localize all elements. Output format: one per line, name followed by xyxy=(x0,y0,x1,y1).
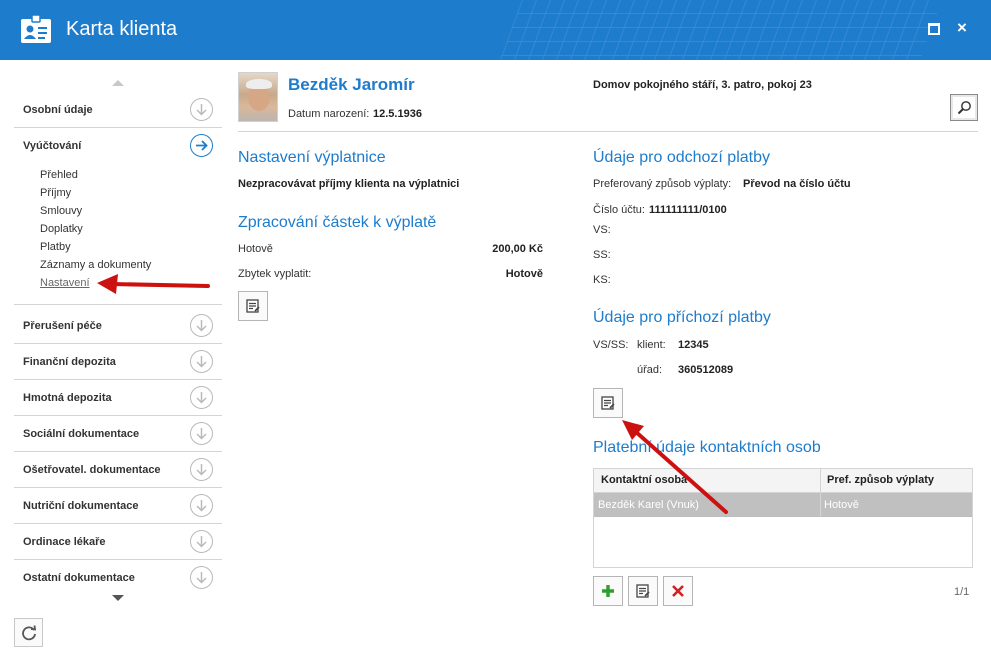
processing-heading: Zpracování částek k výplatě xyxy=(238,214,437,231)
payout-heading: Nastavení výplatnice xyxy=(238,149,386,166)
chevron-circle-down-icon[interactable] xyxy=(190,350,213,373)
incoming-office-value: 360512089 xyxy=(678,364,734,376)
sidebar-section-label: Finanční depozita xyxy=(23,356,116,368)
incoming-client-label: klient: xyxy=(637,339,666,351)
processing-value-cash: 200,00 Kč xyxy=(492,243,543,255)
sidebar-section-material-deposits[interactable]: Hmotná depozita xyxy=(14,380,222,416)
contacts-table-header: Kontaktní osoba Pref. způsob výplaty xyxy=(594,469,972,493)
window-title: Karta klienta xyxy=(66,18,178,40)
edit-incoming-button[interactable] xyxy=(593,388,623,418)
processing-value-remainder: Hotově xyxy=(505,268,543,280)
close-button[interactable]: × xyxy=(953,18,971,38)
refresh-icon xyxy=(22,625,37,641)
sidebar: Osobní údaje Vyúčtování Přehled Příjmy S… xyxy=(0,60,224,658)
sidebar-section-financial-deposits[interactable]: Finanční depozita xyxy=(14,344,222,380)
sidebar-section-billing[interactable]: Vyúčtování xyxy=(14,128,222,164)
sidebar-section-other-docs[interactable]: Ostatní dokumentace xyxy=(14,560,222,596)
sidebar-section-personal[interactable]: Osobní údaje xyxy=(14,92,222,128)
chevron-circle-down-icon[interactable] xyxy=(190,314,213,337)
incoming-heading: Údaje pro příchozí platby xyxy=(593,309,771,326)
chevron-circle-down-icon[interactable] xyxy=(190,494,213,517)
sidebar-section-nutrition-docs[interactable]: Nutriční dokumentace xyxy=(14,488,222,524)
incoming-client-value: 12345 xyxy=(678,339,709,351)
sidebar-section-label: Vyúčtování xyxy=(23,140,82,152)
contacts-heading: Platební údaje kontaktních osob xyxy=(593,439,821,456)
edit-form-icon xyxy=(246,299,260,313)
column-header-person[interactable]: Kontaktní osoba xyxy=(601,474,687,486)
sidebar-subitem-overview[interactable]: Přehled xyxy=(40,169,78,181)
client-photo xyxy=(238,72,278,122)
sidebar-section-label: Ordinace lékaře xyxy=(23,536,106,548)
edit-form-icon xyxy=(601,396,615,410)
sidebar-section-label: Sociální dokumentace xyxy=(23,428,140,440)
scroll-down-icon[interactable] xyxy=(112,595,124,601)
contacts-table: Kontaktní osoba Pref. způsob výplaty Bez… xyxy=(593,468,973,568)
ks-label: KS: xyxy=(593,274,611,286)
vsss-label: VS/SS: xyxy=(593,339,629,351)
client-address: Domov pokojného stáří, 3. patro, pokoj 2… xyxy=(593,79,812,91)
sidebar-section-label: Ošetřovatel. dokumentace xyxy=(23,464,161,476)
sidebar-section-nursing-docs[interactable]: Ošetřovatel. dokumentace xyxy=(14,452,222,488)
sidebar-subitem-surcharges[interactable]: Doplatky xyxy=(40,223,83,235)
cell-person: Bezděk Karel (Vnuk) xyxy=(598,499,699,511)
search-button[interactable] xyxy=(950,94,978,121)
column-divider xyxy=(820,469,821,517)
ss-label: SS: xyxy=(593,249,611,261)
sidebar-section-doctor[interactable]: Ordinace lékaře xyxy=(14,524,222,560)
edit-processing-button[interactable] xyxy=(238,291,268,321)
header-divider xyxy=(238,131,978,132)
add-contact-button[interactable] xyxy=(593,576,623,606)
search-icon xyxy=(957,101,971,115)
sidebar-section-label: Nutriční dokumentace xyxy=(23,500,139,512)
sidebar-subitem-records[interactable]: Záznamy a dokumenty xyxy=(40,259,151,271)
chevron-circle-down-icon[interactable] xyxy=(190,530,213,553)
account-label: Číslo účtu: xyxy=(593,204,645,216)
sidebar-section-care-interruption[interactable]: Přerušení péče xyxy=(14,308,222,344)
incoming-office-label: úřad: xyxy=(637,364,663,376)
outgoing-heading: Údaje pro odchozí platby xyxy=(593,149,770,166)
dob-value: 12.5.1936 xyxy=(373,108,422,120)
sidebar-section-label: Ostatní dokumentace xyxy=(23,572,135,584)
preferred-method-label: Preferovaný způsob výplaty: xyxy=(593,178,732,190)
maximize-button[interactable] xyxy=(928,23,940,35)
sidebar-divider xyxy=(14,304,222,305)
table-row[interactable]: Bezděk Karel (Vnuk) Hotově xyxy=(594,493,972,517)
column-header-method[interactable]: Pref. způsob výplaty xyxy=(827,474,934,486)
sidebar-section-label: Osobní údaje xyxy=(23,104,93,116)
chevron-circle-down-icon[interactable] xyxy=(190,386,213,409)
chevron-circle-down-icon[interactable] xyxy=(190,422,213,445)
account-value: 111111111/0100 xyxy=(649,204,727,216)
chevron-circle-down-icon[interactable] xyxy=(190,458,213,481)
client-name: Bezděk Jaromír xyxy=(288,75,415,94)
cell-method: Hotově xyxy=(824,499,859,511)
sidebar-subitem-payments[interactable]: Platby xyxy=(40,241,71,253)
edit-contact-button[interactable] xyxy=(628,576,658,606)
preferred-method-value: Převod na číslo účtu xyxy=(743,178,851,190)
title-bar: Karta klienta × xyxy=(0,0,991,60)
sidebar-section-label: Hmotná depozita xyxy=(23,392,112,404)
delete-contact-button[interactable] xyxy=(663,576,693,606)
title-bar-pattern xyxy=(500,0,942,60)
sidebar-subitem-settings[interactable]: Nastavení xyxy=(40,277,90,289)
chevron-circle-down-icon[interactable] xyxy=(190,98,213,121)
contact-card-icon xyxy=(21,14,51,43)
scroll-up-icon[interactable] xyxy=(112,80,124,86)
sidebar-subitem-contracts[interactable]: Smlouvy xyxy=(40,205,82,217)
vs-label: VS: xyxy=(593,224,611,236)
dob-label: Datum narození: xyxy=(288,108,370,120)
processing-label-remainder: Zbytek vyplatit: xyxy=(238,268,312,280)
arrow-circle-right-icon[interactable] xyxy=(190,134,213,157)
refresh-button[interactable] xyxy=(14,618,43,647)
pagination-indicator: 1/1 xyxy=(954,586,970,598)
sidebar-subitem-income[interactable]: Příjmy xyxy=(40,187,71,199)
plus-icon xyxy=(602,585,614,597)
delete-icon xyxy=(672,585,684,597)
chevron-circle-down-icon[interactable] xyxy=(190,566,213,589)
sidebar-section-label: Přerušení péče xyxy=(23,320,102,332)
processing-label-cash: Hotově xyxy=(238,243,273,255)
sidebar-section-social-docs[interactable]: Sociální dokumentace xyxy=(14,416,222,452)
client-photo-hair xyxy=(246,79,272,89)
payout-note: Nezpracovávat příjmy klienta na výplatni… xyxy=(238,178,460,190)
edit-form-icon xyxy=(636,584,650,598)
